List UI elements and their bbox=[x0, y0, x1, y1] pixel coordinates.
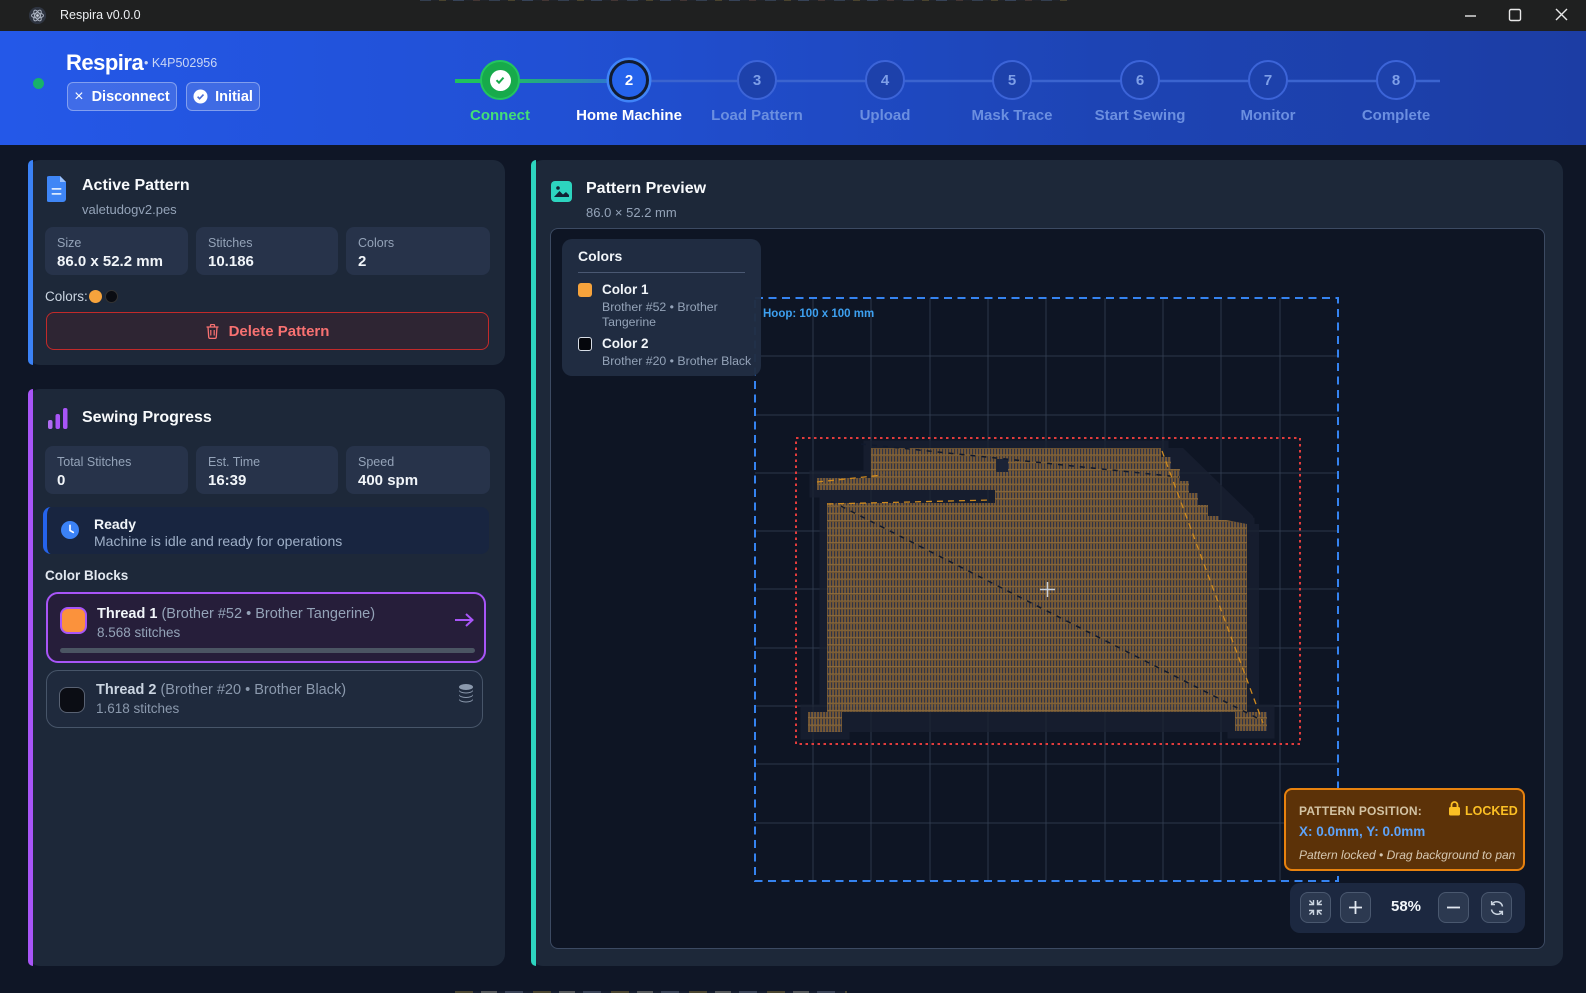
svg-text:Hoop: 100 x 100 mm: Hoop: 100 x 100 mm bbox=[763, 308, 874, 320]
